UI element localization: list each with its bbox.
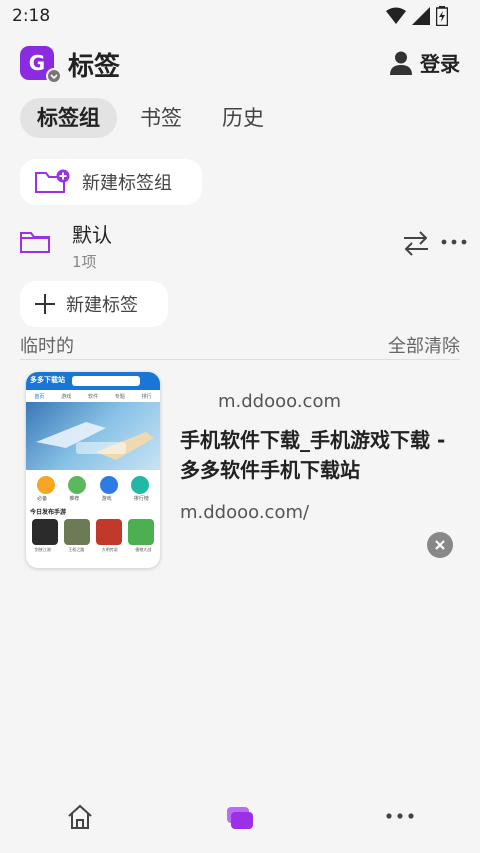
more-icon[interactable] [441, 232, 467, 252]
login-button[interactable]: 登录 [390, 48, 460, 77]
thumbnail-header: 多多下载站 [26, 372, 160, 390]
tab-tab-groups[interactable]: 标签组 [20, 98, 117, 138]
tab-card[interactable]: 多多下载站 首页 游戏 软件 专题 排行 必备 推荐 游戏 排行榜 今日发布手游… [20, 366, 460, 576]
new-tab-label: 新建标签 [66, 295, 138, 316]
group-count: 1项 [72, 253, 97, 271]
thumbnail-gamepad-icon [99, 476, 118, 494]
page-thumbnail: 多多下载站 首页 游戏 软件 专题 排行 必备 推荐 游戏 排行榜 今日发布手游… [26, 372, 160, 568]
plus-icon [35, 294, 55, 314]
new-tab-group-label: 新建标签组 [82, 173, 172, 194]
swap-icon[interactable] [402, 228, 430, 258]
thumbnail-game-image [96, 519, 122, 545]
close-icon[interactable] [427, 532, 453, 558]
more-menu-icon[interactable] [385, 811, 415, 821]
thumbnail-game-label: 剑侠江湖 [34, 547, 51, 552]
new-tab-group-button[interactable]: 新建标签组 [20, 159, 202, 205]
thumbnail-game-labels: 剑侠江湖 王权之路 大明传说 植物大战 [26, 545, 160, 553]
section-title: 临时的 [20, 336, 74, 357]
page-title: 标签 [68, 52, 121, 82]
thumbnail-brand: 多多下载站 [30, 376, 65, 384]
thumbnail-nav-item: 专题 [114, 393, 125, 400]
thumbnail-game-image [32, 519, 58, 545]
person-icon [390, 51, 412, 75]
tab-title: 手机软件下载_手机游戏下载 - 多多软件手机下载站 [180, 428, 446, 482]
thumbnail-icon-row [26, 470, 160, 494]
status-icons [386, 6, 448, 26]
signal-icon [412, 7, 430, 25]
tab-history[interactable]: 历史 [205, 98, 281, 138]
folder-icon [20, 232, 50, 253]
tab-url: m.ddooo.com/ [180, 502, 310, 523]
tab-bar: 标签组 书签 历史 [20, 98, 281, 138]
home-icon[interactable] [66, 803, 94, 831]
tab-group-row[interactable]: 默认 1项 [0, 215, 480, 271]
thumbnail-icon-labels: 必备 推荐 游戏 排行榜 [26, 494, 160, 502]
thumbnail-icon-label: 排行榜 [133, 496, 149, 502]
thumbnail-banner [26, 402, 160, 470]
clear-all-button[interactable]: 全部清除 [388, 332, 460, 358]
header: G 标签 登录 [0, 40, 480, 86]
thumbnail-game-label: 王权之路 [68, 547, 85, 552]
chevron-down-icon[interactable] [46, 68, 62, 84]
tab-domain: m.ddooo.com [218, 391, 341, 412]
thumbnail-star-icon [36, 476, 55, 494]
thumbnail-section-title: 今日发布手游 [30, 509, 67, 516]
new-tab-button[interactable]: 新建标签 [20, 281, 168, 327]
group-name: 默认 [72, 223, 112, 247]
folder-add-icon [35, 169, 70, 193]
thumbnail-recommend-icon [68, 476, 87, 494]
thumbnail-game-image [128, 519, 154, 545]
thumbnail-game-label: 植物大战 [135, 547, 152, 552]
thumbnail-icon-label: 推荐 [69, 496, 80, 502]
tab-bookmarks[interactable]: 书签 [123, 98, 199, 138]
section-header: 临时的 全部清除 [20, 332, 460, 360]
thumbnail-games [26, 519, 160, 545]
wifi-icon [386, 7, 406, 24]
thumbnail-nav-item: 软件 [87, 393, 98, 400]
thumbnail-nav-item: 排行 [141, 393, 152, 400]
thumbnail-icon-label: 游戏 [101, 496, 112, 502]
thumbnail-search [72, 376, 140, 386]
battery-icon [436, 6, 448, 26]
status-bar: 2:18 [0, 0, 480, 34]
login-label: 登录 [420, 52, 460, 76]
thumbnail-game-label: 大明传说 [101, 547, 118, 552]
status-time: 2:18 [12, 6, 51, 26]
thumbnail-icon-label: 必备 [37, 496, 48, 502]
thumbnail-nav-item: 游戏 [61, 393, 72, 400]
tabs-icon[interactable] [225, 805, 255, 831]
thumbnail-game-image [64, 519, 90, 545]
thumbnail-nav: 首页 游戏 软件 专题 排行 [26, 390, 160, 402]
bottom-nav [0, 795, 480, 839]
thumbnail-rank-icon [131, 476, 150, 494]
thumbnail-nav-item: 首页 [34, 393, 45, 400]
